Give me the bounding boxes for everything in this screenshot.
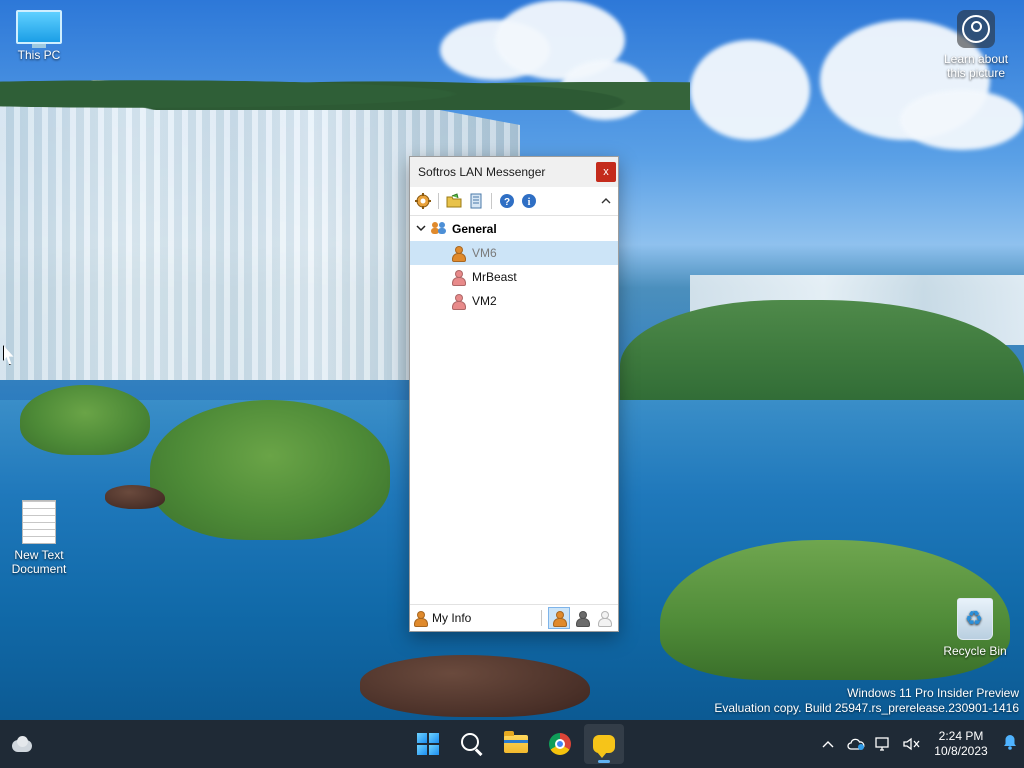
- contact-name: VM6: [472, 246, 497, 260]
- watermark-edition: Windows 11 Pro Insider Preview: [847, 686, 1019, 700]
- info-icon[interactable]: i: [520, 192, 538, 210]
- clock-date: 10/8/2023: [934, 744, 988, 758]
- contact-row[interactable]: VM6: [410, 241, 618, 265]
- my-info-user-icon: [414, 611, 428, 627]
- settings-icon[interactable]: [414, 192, 432, 210]
- volume-muted-icon[interactable]: [898, 720, 926, 768]
- desktop-icon-learn-about-picture[interactable]: Learn about this picture: [936, 10, 1016, 80]
- desktop-icon-label: Learn about this picture: [943, 52, 1009, 80]
- desktop-icon-new-text-document[interactable]: New Text Document: [0, 500, 78, 576]
- messenger-titlebar[interactable]: Softros LAN Messenger x: [410, 157, 618, 187]
- contact-list: General VM6 MrBeast VM2: [410, 217, 618, 313]
- recycle-bin-icon: [957, 598, 993, 640]
- status-offline-button[interactable]: [594, 608, 614, 628]
- clock-time: 2:24 PM: [938, 729, 984, 743]
- contact-online-status-icon: [452, 246, 466, 262]
- chevron-down-icon[interactable]: [416, 224, 426, 235]
- weather-widget-icon[interactable]: [12, 734, 34, 754]
- learn-about-picture-icon: [957, 10, 995, 48]
- svg-text:?: ?: [504, 197, 510, 208]
- desktop-icon-recycle-bin[interactable]: Recycle Bin: [936, 598, 1014, 658]
- desktop-icon-this-pc[interactable]: This PC: [0, 10, 78, 62]
- chat-bubble-icon: [593, 735, 615, 758]
- start-button[interactable]: [408, 724, 448, 764]
- text-document-icon: [22, 500, 56, 544]
- windows-logo-icon: [417, 733, 439, 755]
- onedrive-cloud-icon[interactable]: [842, 720, 870, 768]
- status-away-button[interactable]: [572, 608, 592, 628]
- toolbar-separator: [438, 193, 439, 209]
- messenger-window: Softros LAN Messenger x ? i General VM6 …: [409, 156, 619, 632]
- toolbar-separator: [491, 193, 492, 209]
- chrome-button[interactable]: [540, 724, 580, 764]
- collapse-toolbar-chevron-up-icon[interactable]: [598, 193, 614, 209]
- search-button[interactable]: [452, 724, 492, 764]
- window-title: Softros LAN Messenger: [418, 165, 546, 179]
- computer-icon: [16, 10, 62, 48]
- svg-text:i: i: [528, 197, 531, 208]
- messenger-status-bar: My Info: [410, 604, 618, 631]
- notifications-bell-icon[interactable]: [996, 734, 1024, 754]
- message-history-icon[interactable]: [467, 192, 485, 210]
- contact-row[interactable]: MrBeast: [410, 265, 618, 289]
- contact-status-icon: [452, 270, 466, 286]
- group-users-icon: [430, 221, 448, 238]
- search-icon: [461, 733, 479, 751]
- softros-messenger-button[interactable]: [584, 724, 624, 764]
- open-folder-icon[interactable]: [445, 192, 463, 210]
- taskbar-pinned-apps: [408, 724, 624, 764]
- my-info-label: My Info: [432, 611, 472, 625]
- close-button[interactable]: x: [596, 162, 616, 182]
- contact-row[interactable]: VM2: [410, 289, 618, 313]
- network-icon[interactable]: [870, 720, 898, 768]
- contact-name: VM2: [472, 294, 497, 308]
- desktop-icon-label: Recycle Bin: [943, 644, 1007, 658]
- system-tray: 2:24 PM 10/8/2023: [814, 720, 1024, 768]
- watermark-build: Evaluation copy. Build 25947.rs_prerelea…: [714, 701, 1019, 715]
- contact-name: MrBeast: [472, 270, 517, 284]
- desktop-icon-label: This PC: [17, 48, 61, 62]
- taskbar: 2:24 PM 10/8/2023: [0, 720, 1024, 768]
- clock[interactable]: 2:24 PM 10/8/2023: [926, 729, 996, 759]
- desktop-icon-label: New Text Document: [11, 548, 67, 576]
- show-hidden-icons-chevron-up-icon[interactable]: [814, 720, 842, 768]
- status-available-button[interactable]: [548, 607, 570, 629]
- group-general[interactable]: General: [410, 217, 618, 241]
- my-info-button[interactable]: My Info: [414, 611, 537, 627]
- windows-watermark: Windows 11 Pro Insider Preview Evaluatio…: [714, 686, 1019, 716]
- status-offline-icon: [598, 611, 612, 627]
- file-explorer-button[interactable]: [496, 724, 536, 764]
- status-separator: [541, 610, 542, 626]
- messenger-toolbar: ? i: [410, 187, 618, 216]
- folder-icon: [504, 731, 528, 753]
- group-name: General: [452, 222, 497, 236]
- status-away-icon: [576, 611, 590, 627]
- contact-status-icon: [452, 294, 466, 310]
- help-icon[interactable]: ?: [498, 192, 516, 210]
- status-available-icon: [553, 611, 567, 627]
- chrome-icon: [549, 733, 571, 755]
